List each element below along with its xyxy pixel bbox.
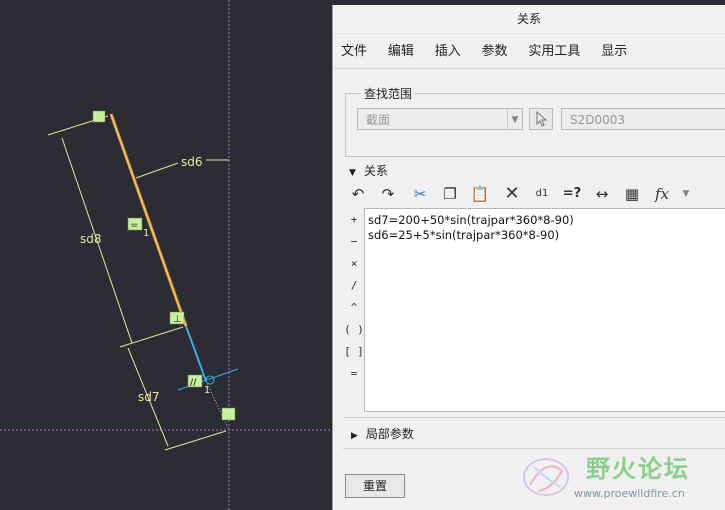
dialog-title: 关系: [333, 5, 725, 34]
svg-text:1: 1: [204, 385, 210, 396]
menu-bar: 文件 编辑 插入 参数 实用工具 显示: [333, 34, 725, 69]
look-in-type-value: 截面: [366, 113, 391, 127]
svg-text:1: 1: [143, 228, 149, 239]
menu-utilities[interactable]: 实用工具: [528, 44, 580, 59]
function-icon[interactable]: fx: [649, 181, 675, 207]
menu-edit[interactable]: 编辑: [388, 44, 414, 59]
delete-icon[interactable]: ✕: [499, 181, 525, 207]
relations-section-header[interactable]: ▼ 关系: [349, 162, 388, 179]
relation-line: sd6=25+5*sin(trajpar*360*8-90): [368, 228, 560, 242]
local-params-label: 局部参数: [365, 427, 414, 441]
relation-line: sd7=200+50*sin(trajpar*360*8-90): [368, 213, 574, 227]
cursor-arrow-icon: [536, 110, 548, 127]
look-in-legend: 查找范围: [361, 85, 416, 102]
menu-parameters[interactable]: 参数: [482, 44, 508, 59]
collapse-triangle-icon: ▼: [349, 168, 356, 178]
redo-icon[interactable]: ↷: [375, 181, 401, 207]
constraint-top: [92, 110, 106, 123]
sketch-geometry: = ⊥ // 1 1: [0, 0, 332, 510]
op-brackets[interactable]: [ ]: [343, 345, 365, 358]
measure-icon[interactable]: ↔: [589, 181, 615, 207]
menu-insert[interactable]: 插入: [435, 44, 461, 59]
op-multiply[interactable]: ×: [343, 257, 365, 270]
op-minus[interactable]: −: [343, 235, 365, 248]
relations-section-label: 关系: [363, 164, 388, 178]
op-plus[interactable]: +: [343, 213, 365, 226]
relations-toolbar: ↶ ↷ ✂ ❐ 📋 ✕ d1 =? ↔ ▦ fx ▼: [343, 181, 725, 209]
relations-editor[interactable]: sd7=200+50*sin(trajpar*360*8-90) sd6=25+…: [364, 208, 725, 412]
expand-triangle-icon: ▶: [351, 431, 358, 441]
svg-text:⊥: ⊥: [173, 314, 182, 325]
menu-file[interactable]: 文件: [341, 44, 367, 59]
op-divide[interactable]: /: [343, 279, 365, 292]
sd6-dimension-line: [135, 162, 179, 179]
sweep-segment-core: [110, 113, 187, 327]
svg-text:=: =: [130, 220, 138, 231]
menu-display[interactable]: 显示: [601, 44, 627, 59]
sketch-canvas[interactable]: = ⊥ // 1 1 sd6 sd8 sd7: [0, 0, 332, 510]
undo-icon[interactable]: ↶: [345, 181, 371, 207]
look-in-type-select[interactable]: 截面 ▼: [357, 108, 523, 130]
cut-icon[interactable]: ✂: [407, 181, 433, 207]
sd7-extension-bottom: [164, 430, 227, 451]
copy-icon[interactable]: ❐: [437, 181, 463, 207]
evaluate-icon[interactable]: =?: [559, 181, 585, 207]
watermark: 野火论坛 www.proewildfire.cn: [516, 445, 725, 507]
reset-button[interactable]: 重置: [345, 474, 405, 498]
op-equals[interactable]: =: [343, 367, 365, 380]
chevron-down-icon: ▼: [507, 109, 522, 129]
watermark-title: 野火论坛: [586, 455, 690, 483]
dim-label-sd7[interactable]: sd7: [138, 390, 160, 404]
blue-segment: [185, 325, 207, 382]
op-power[interactable]: ^: [343, 301, 365, 314]
constraint-origin: [221, 407, 236, 421]
watermark-url: www.proewildfire.cn: [574, 487, 685, 500]
select-object-button[interactable]: [529, 108, 553, 130]
look-in-object-field[interactable]: S2D0003: [561, 108, 725, 130]
op-parens[interactable]: ( ): [343, 323, 365, 336]
relations-dialog: 关系 文件 编辑 插入 参数 实用工具 显示 查找范围 截面 ▼ S2D0003…: [332, 5, 725, 510]
switch-dims-icon[interactable]: d1: [529, 181, 555, 207]
chevron-down-icon[interactable]: ▼: [673, 181, 699, 207]
watermark-logo-icon: [523, 458, 569, 496]
local-params-icon[interactable]: ▦: [619, 181, 645, 207]
svg-text://: //: [190, 378, 197, 388]
dim-label-sd8[interactable]: sd8: [80, 232, 102, 246]
dim-label-sd6[interactable]: sd6: [181, 155, 203, 169]
paste-icon[interactable]: 📋: [467, 181, 493, 207]
